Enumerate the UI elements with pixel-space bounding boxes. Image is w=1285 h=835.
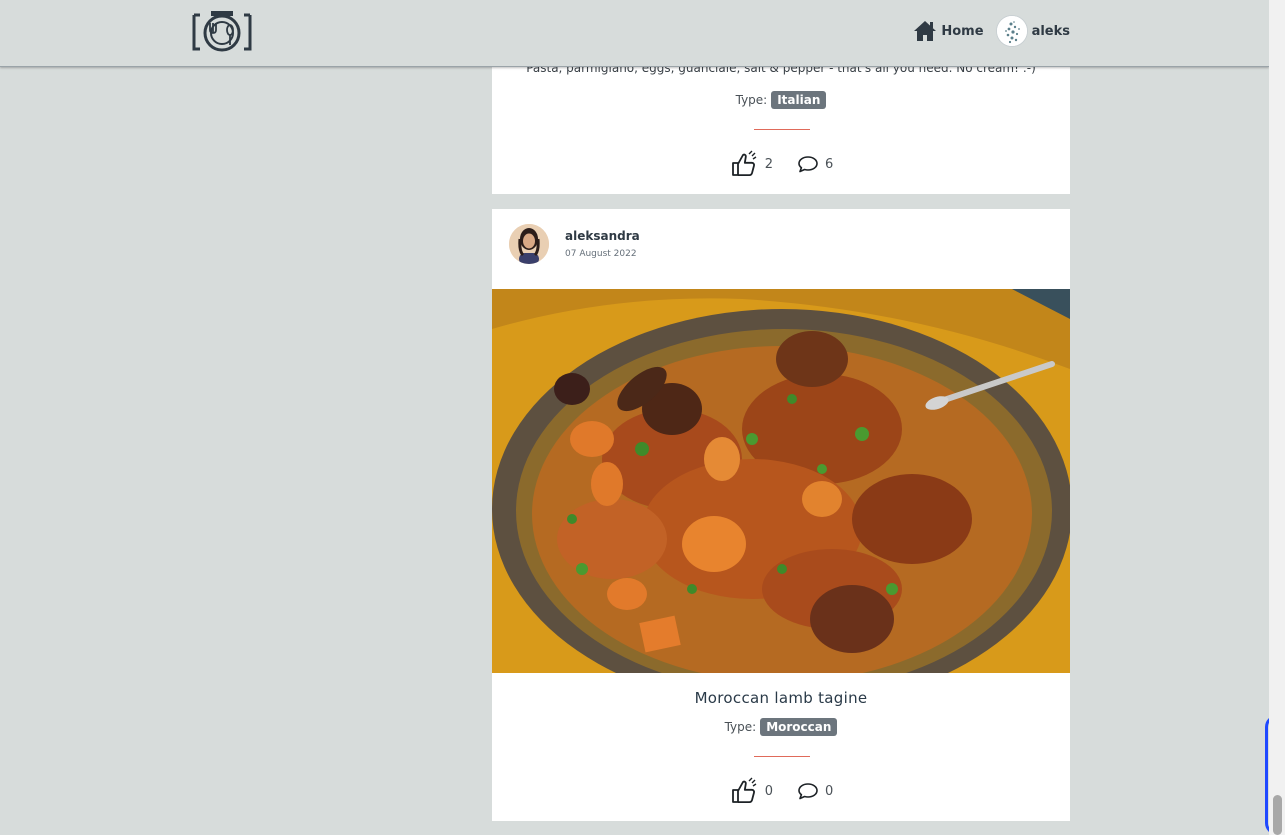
comment-stat[interactable]: 0 — [797, 781, 833, 801]
scrollbar-thumb[interactable] — [1273, 795, 1282, 835]
comment-count: 0 — [825, 783, 834, 799]
avatar[interactable] — [509, 224, 549, 264]
cuisine-badge[interactable]: Italian — [771, 91, 827, 109]
nav-right: Home aleks — [913, 15, 1070, 47]
top-navbar: Home aleks — [0, 0, 1269, 67]
cuisine-badge[interactable]: Moroccan — [760, 718, 838, 736]
home-link[interactable]: Home — [913, 20, 984, 42]
post-stats: 2 6 — [492, 149, 1070, 179]
user-menu[interactable]: aleks — [995, 15, 1070, 47]
user-name[interactable]: aleks — [1032, 24, 1070, 39]
comment-bubble-icon[interactable] — [797, 781, 819, 801]
divider — [754, 756, 810, 757]
thumbs-up-icon[interactable] — [729, 149, 759, 179]
feed: Pasta, parmigiano, eggs, guanciale, salt… — [492, 0, 1070, 835]
post-stats: 0 0 — [492, 776, 1070, 806]
like-stat[interactable]: 2 — [729, 149, 773, 179]
like-stat[interactable]: 0 — [729, 776, 773, 806]
comment-bubble-icon[interactable] — [797, 154, 819, 174]
type-label: Type: — [735, 93, 768, 107]
recipe-photo[interactable] — [492, 289, 1070, 673]
thumbs-up-icon[interactable] — [729, 776, 759, 806]
comment-stat[interactable]: 6 — [797, 154, 833, 174]
type-label: Type: — [724, 720, 757, 734]
post-date: 07 August 2022 — [565, 249, 637, 259]
like-count: 2 — [764, 156, 773, 172]
author-name[interactable]: aleksandra — [565, 229, 640, 243]
post-type-row: Type: Italian — [492, 91, 1070, 109]
home-icon[interactable] — [913, 20, 937, 42]
divider — [754, 129, 810, 130]
recipe-title[interactable]: Moroccan lamb tagine — [492, 689, 1070, 707]
comment-count: 6 — [825, 156, 834, 172]
home-label[interactable]: Home — [941, 24, 983, 39]
page-scrollbar[interactable] — [1269, 0, 1285, 835]
camera-plate-logo-icon[interactable] — [191, 9, 253, 59]
recipe-post: aleksandra 07 August 2022 Moroccan lamb … — [492, 209, 1070, 821]
like-count: 0 — [764, 783, 773, 799]
post-author[interactable]: aleksandra 07 August 2022 — [509, 224, 640, 264]
avatar[interactable] — [995, 15, 1028, 47]
post-type-row: Type: Moroccan — [492, 718, 1070, 736]
